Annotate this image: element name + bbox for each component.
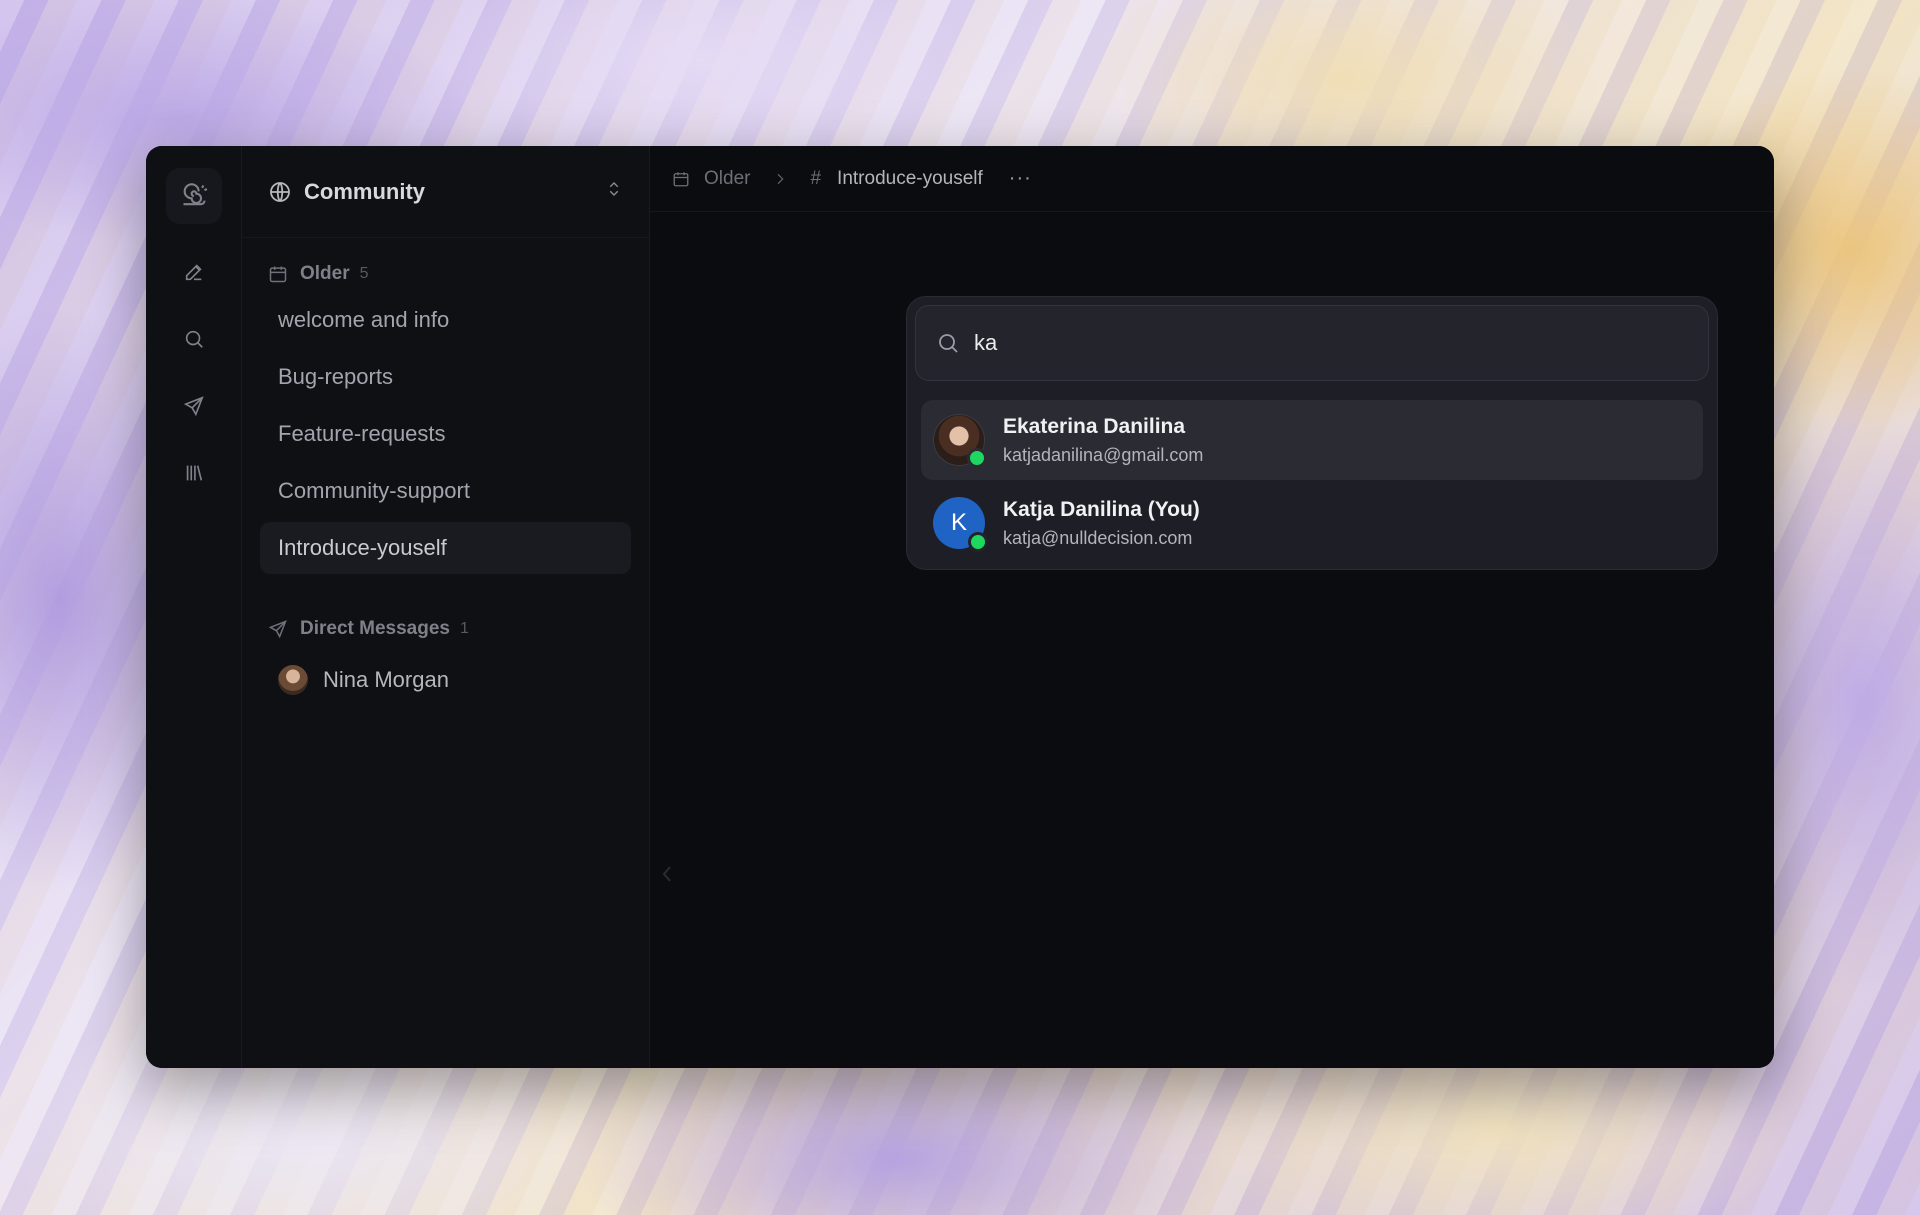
section-title: Older bbox=[300, 263, 350, 284]
result-email: katjadanilina@gmail.com bbox=[1003, 444, 1204, 465]
chevron-right-icon bbox=[772, 171, 788, 187]
workspace-name: Community bbox=[304, 178, 425, 204]
app-window: Community Older 5 welcome and info Bug-r… bbox=[146, 146, 1774, 1068]
result-name: Katja Danilina (You) bbox=[1003, 497, 1200, 521]
hash-icon: # bbox=[810, 167, 822, 189]
snail-logo-icon[interactable] bbox=[165, 168, 222, 224]
icon-rail bbox=[146, 146, 242, 1068]
search-results: Ekaterina Danilina katjadanilina@gmail.c… bbox=[915, 400, 1709, 563]
compose-icon[interactable] bbox=[172, 250, 216, 294]
library-icon[interactable] bbox=[172, 451, 216, 495]
avatar-initial: K bbox=[950, 509, 967, 536]
user-search-palette: Ekaterina Danilina katjadanilina@gmail.c… bbox=[906, 296, 1718, 570]
globe-icon bbox=[268, 180, 292, 204]
breadcrumb: Older # Introduce-youself ··· bbox=[650, 146, 1774, 212]
channel-item-feature-requests[interactable]: Feature-requests bbox=[260, 408, 631, 460]
chevron-up-down-icon[interactable] bbox=[605, 180, 623, 203]
section-title: Direct Messages bbox=[300, 618, 450, 639]
channel-item-bug-reports[interactable]: Bug-reports bbox=[260, 351, 631, 403]
breadcrumb-older-label: Older bbox=[704, 167, 751, 189]
more-options-button[interactable]: ··· bbox=[1009, 167, 1032, 190]
result-email: katja@nulldecision.com bbox=[1003, 527, 1193, 548]
sidebar: Community Older 5 welcome and info Bug-r… bbox=[242, 146, 650, 1068]
search-input[interactable] bbox=[974, 330, 1688, 356]
search-icon[interactable] bbox=[172, 317, 216, 361]
search-box[interactable] bbox=[915, 305, 1709, 381]
workspace-switcher[interactable]: Community bbox=[242, 146, 649, 238]
chevron-left-icon[interactable] bbox=[660, 864, 674, 884]
avatar bbox=[933, 414, 987, 468]
channel-item-welcome-and-info[interactable]: welcome and info bbox=[260, 294, 631, 346]
calendar-icon bbox=[673, 171, 689, 186]
online-status-dot bbox=[967, 448, 987, 468]
send-icon bbox=[268, 620, 287, 639]
result-item-katja-danilina[interactable]: K Katja Danilina (You) katja@nulldecisio… bbox=[921, 483, 1703, 563]
avatar: K bbox=[933, 497, 988, 552]
search-icon bbox=[939, 334, 958, 353]
section-count: 5 bbox=[359, 265, 369, 282]
older-section-header[interactable]: Older 5 bbox=[242, 254, 649, 294]
channel-item-community-support[interactable]: Community-support bbox=[260, 465, 631, 517]
dm-item-label: Nina Morgan bbox=[323, 667, 449, 692]
breadcrumb-channel-label: Introduce-youself bbox=[837, 167, 983, 189]
send-icon[interactable] bbox=[172, 384, 216, 428]
section-count: 1 bbox=[459, 620, 469, 637]
channel-item-introduce-youself[interactable]: Introduce-youself bbox=[260, 522, 631, 574]
result-item-ekaterina-danilina[interactable]: Ekaterina Danilina katjadanilina@gmail.c… bbox=[921, 400, 1703, 480]
breadcrumb-older[interactable]: Older bbox=[672, 168, 750, 190]
direct-messages-header[interactable]: Direct Messages 1 bbox=[242, 609, 649, 649]
main-content: Older # Introduce-youself ··· ka Ekateri… bbox=[650, 146, 1774, 1068]
breadcrumb-channel[interactable]: # Introduce-youself bbox=[810, 168, 982, 190]
result-name: Ekaterina Danilina bbox=[1003, 414, 1186, 438]
online-status-dot bbox=[968, 532, 988, 552]
calendar-icon bbox=[269, 266, 287, 283]
avatar bbox=[278, 665, 308, 695]
dm-item-nina-morgan[interactable]: Nina Morgan bbox=[260, 655, 631, 705]
